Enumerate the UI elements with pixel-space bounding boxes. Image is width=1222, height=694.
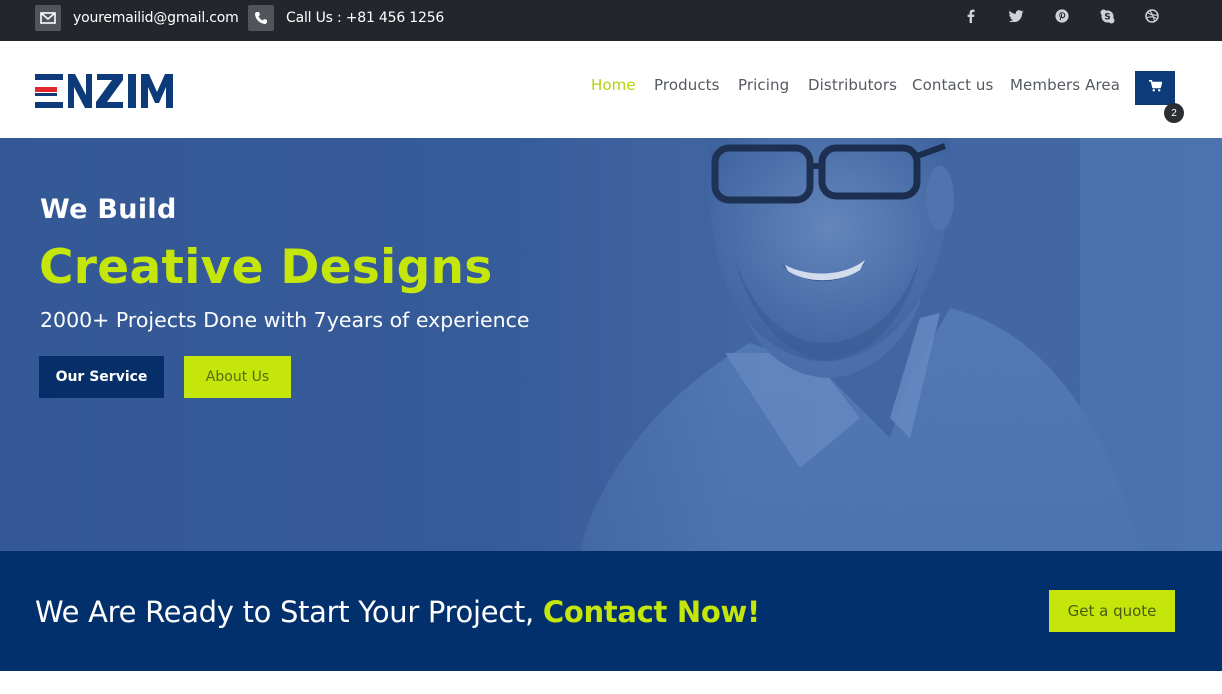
get-quote-button[interactable]: Get a quote bbox=[1049, 590, 1175, 632]
phone-text: Call Us : +81 456 1256 bbox=[286, 10, 445, 26]
hero-overlay bbox=[0, 138, 1222, 551]
envelope-icon bbox=[35, 5, 61, 31]
nav-distributors[interactable]: Distributors bbox=[808, 76, 897, 94]
cta-lead: We Are Ready to Start Your Project, bbox=[35, 595, 543, 629]
phone-contact[interactable]: Call Us : +81 456 1256 bbox=[248, 5, 444, 31]
cta-text: We Are Ready to Start Your Project, Cont… bbox=[35, 595, 760, 629]
facebook-icon[interactable] bbox=[961, 6, 981, 26]
hero-subtitle: 2000+ Projects Done with 7years of exper… bbox=[40, 308, 530, 332]
page-bottom-strip bbox=[0, 671, 1222, 694]
dribbble-icon[interactable] bbox=[1142, 6, 1162, 26]
nav-home[interactable]: Home bbox=[591, 76, 636, 94]
email-text: youremailid@gmail.com bbox=[73, 10, 239, 26]
hero-title: Creative Designs bbox=[39, 240, 493, 295]
svg-text:S: S bbox=[1104, 12, 1110, 22]
cta-highlight[interactable]: Contact Now! bbox=[543, 595, 760, 629]
phone-icon bbox=[248, 5, 274, 31]
nav-contact-us[interactable]: Contact us bbox=[912, 76, 993, 94]
hero-banner: We Build Creative Designs 2000+ Projects… bbox=[0, 138, 1222, 551]
our-service-button[interactable]: Our Service bbox=[39, 356, 164, 398]
about-us-button[interactable]: About Us bbox=[184, 356, 291, 398]
twitter-icon[interactable] bbox=[1006, 6, 1026, 26]
nav-pricing[interactable]: Pricing bbox=[738, 76, 789, 94]
skype-icon[interactable]: S bbox=[1097, 6, 1117, 26]
enzim-logo[interactable] bbox=[35, 74, 181, 108]
hero-pretitle: We Build bbox=[40, 194, 177, 225]
email-contact[interactable]: youremailid@gmail.com bbox=[35, 5, 239, 31]
top-bar: youremailid@gmail.com Call Us : +81 456 … bbox=[0, 0, 1222, 41]
cart-button[interactable] bbox=[1135, 71, 1175, 105]
nav-members-area[interactable]: Members Area bbox=[1010, 76, 1120, 94]
cart-count-badge: 2 bbox=[1164, 103, 1184, 123]
nav-products[interactable]: Products bbox=[654, 76, 720, 94]
shopping-cart-icon bbox=[1148, 79, 1163, 97]
pinterest-icon[interactable] bbox=[1052, 6, 1072, 26]
cta-band: We Are Ready to Start Your Project, Cont… bbox=[0, 551, 1222, 671]
site-header: Home Products Pricing Distributors Conta… bbox=[0, 41, 1222, 138]
